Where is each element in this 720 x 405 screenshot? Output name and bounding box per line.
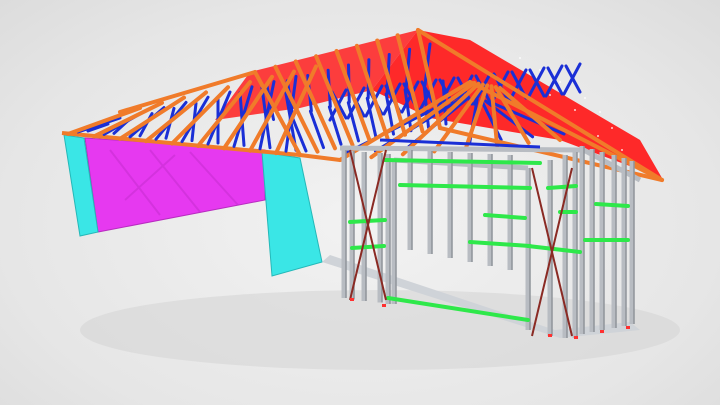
nogging <box>350 244 386 250</box>
eave-fascia <box>298 153 342 162</box>
nogging <box>594 202 630 208</box>
left-wing[interactable] <box>61 131 323 277</box>
top-plate <box>339 145 581 153</box>
house-frame-scene[interactable] <box>0 0 720 405</box>
model-viewport[interactable] <box>0 0 720 405</box>
wall-panel-cyan-front[interactable] <box>261 151 323 277</box>
nogging <box>468 240 532 248</box>
nogging <box>546 184 578 190</box>
header-strip <box>379 138 541 149</box>
